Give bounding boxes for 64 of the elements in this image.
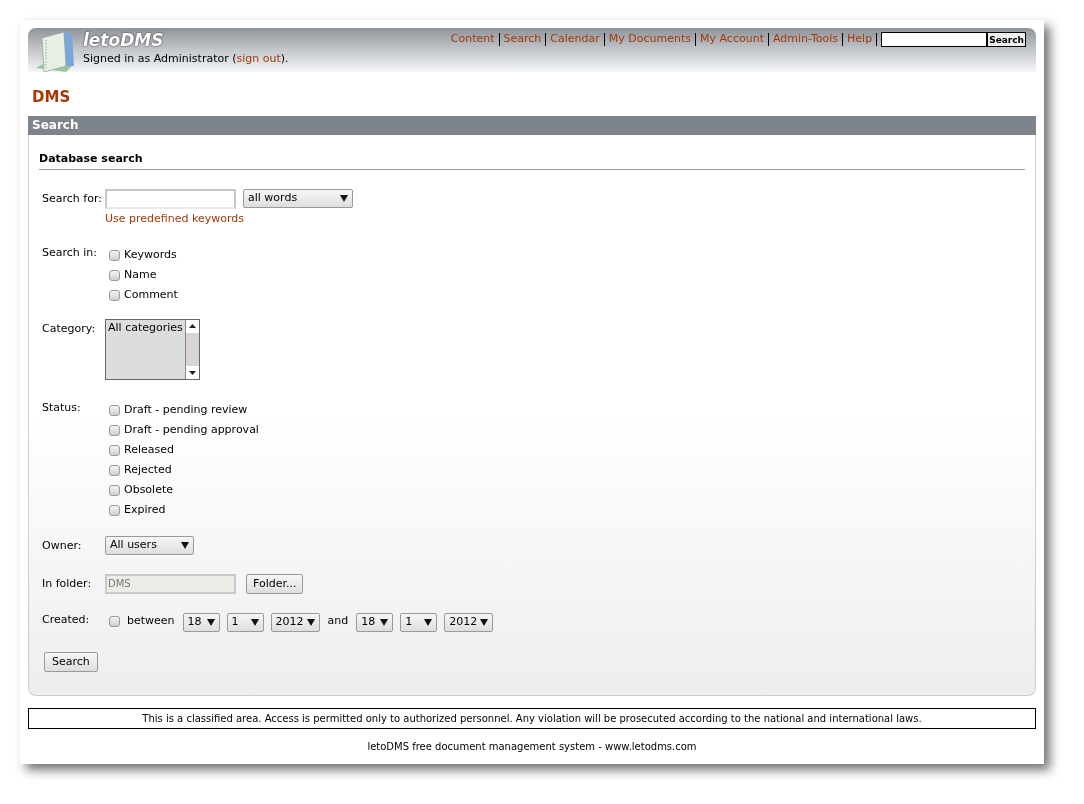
date-select[interactable]: 2012 [444,613,494,632]
date-select[interactable]: 18 [356,613,394,632]
quick-search-field[interactable] [881,32,988,47]
folder-button[interactable]: Folder... [246,574,304,594]
caret-icon [206,619,215,626]
date-select[interactable]: 1 [226,613,264,632]
checkbox-label: Rejected [124,461,172,478]
field-label: In folder: [42,576,93,592]
and-label: and [327,613,349,629]
checkbox[interactable] [109,444,120,456]
scrollbar[interactable] [184,320,199,379]
notice-box: This is a classified area. Access is permitted only to authorized personnel. Any violation will be prosecuted according to the national and international laws. [28,708,1036,729]
app-name: letoDMS [83,29,165,51]
caret-icon [380,619,389,626]
caret-icon [306,619,315,626]
match-mode-select[interactable]: all words [243,188,353,208]
folder-title: DMS [31,87,72,108]
checkbox[interactable] [109,464,120,476]
checkbox[interactable] [109,504,120,516]
owner-select[interactable]: All users [105,536,194,555]
between-label: between [127,613,175,629]
checkbox-label: Obsolete [124,481,173,498]
date-select[interactable]: 2012 [270,613,320,632]
folder-field[interactable]: DMS [105,574,236,594]
date-select[interactable]: 18 [182,613,220,632]
caret-icon [250,619,259,626]
caret-icon [480,619,489,626]
field-label: Search in: [42,245,99,261]
category-option[interactable]: All categories [108,321,183,335]
search-button[interactable]: Search [44,652,98,673]
checkbox[interactable] [109,404,120,416]
scroll-up-icon[interactable] [185,320,199,333]
checkbox-label: Released [124,441,174,458]
caret-icon [181,542,189,549]
checkbox[interactable] [109,289,120,301]
checkbox[interactable] [109,424,120,436]
checkbox-label: Name [124,266,157,283]
field-label: Owner: [42,538,83,554]
checkbox-label: Keywords [124,246,177,263]
checkbox-label: Draft - pending review [124,401,248,418]
category-list[interactable]: All categories [105,319,200,380]
caret-icon [340,194,348,202]
search-field[interactable] [105,188,236,209]
predefined-keywords-link[interactable]: Use predefined keywords [105,210,353,227]
field-label: Status: [42,400,82,416]
field-label: Category: [42,321,97,337]
field-label: Created: [42,612,91,628]
sign-out-link[interactable]: sign out [236,52,281,65]
checkbox-label: Draft - pending approval [124,421,259,438]
checkbox-label: Expired [124,501,166,518]
quick-search-button[interactable]: Search [987,32,1026,47]
signed-in-text: Signed in as Administrator (sign out). [83,51,289,67]
checkbox-label: Comment [124,286,178,303]
checkbox[interactable] [109,484,120,496]
form-heading: Database search [39,151,1025,170]
checkbox[interactable] [109,269,120,281]
footer-text: letoDMS free document management system - www.letodms.com [366,740,698,754]
scroll-down-icon[interactable] [185,366,199,379]
field-label: Search for: [42,190,103,207]
checkbox[interactable] [109,616,120,627]
checkbox[interactable] [109,249,120,261]
caret-icon [424,619,433,626]
section-header: Search [28,116,1036,135]
date-select[interactable]: 1 [400,613,438,632]
